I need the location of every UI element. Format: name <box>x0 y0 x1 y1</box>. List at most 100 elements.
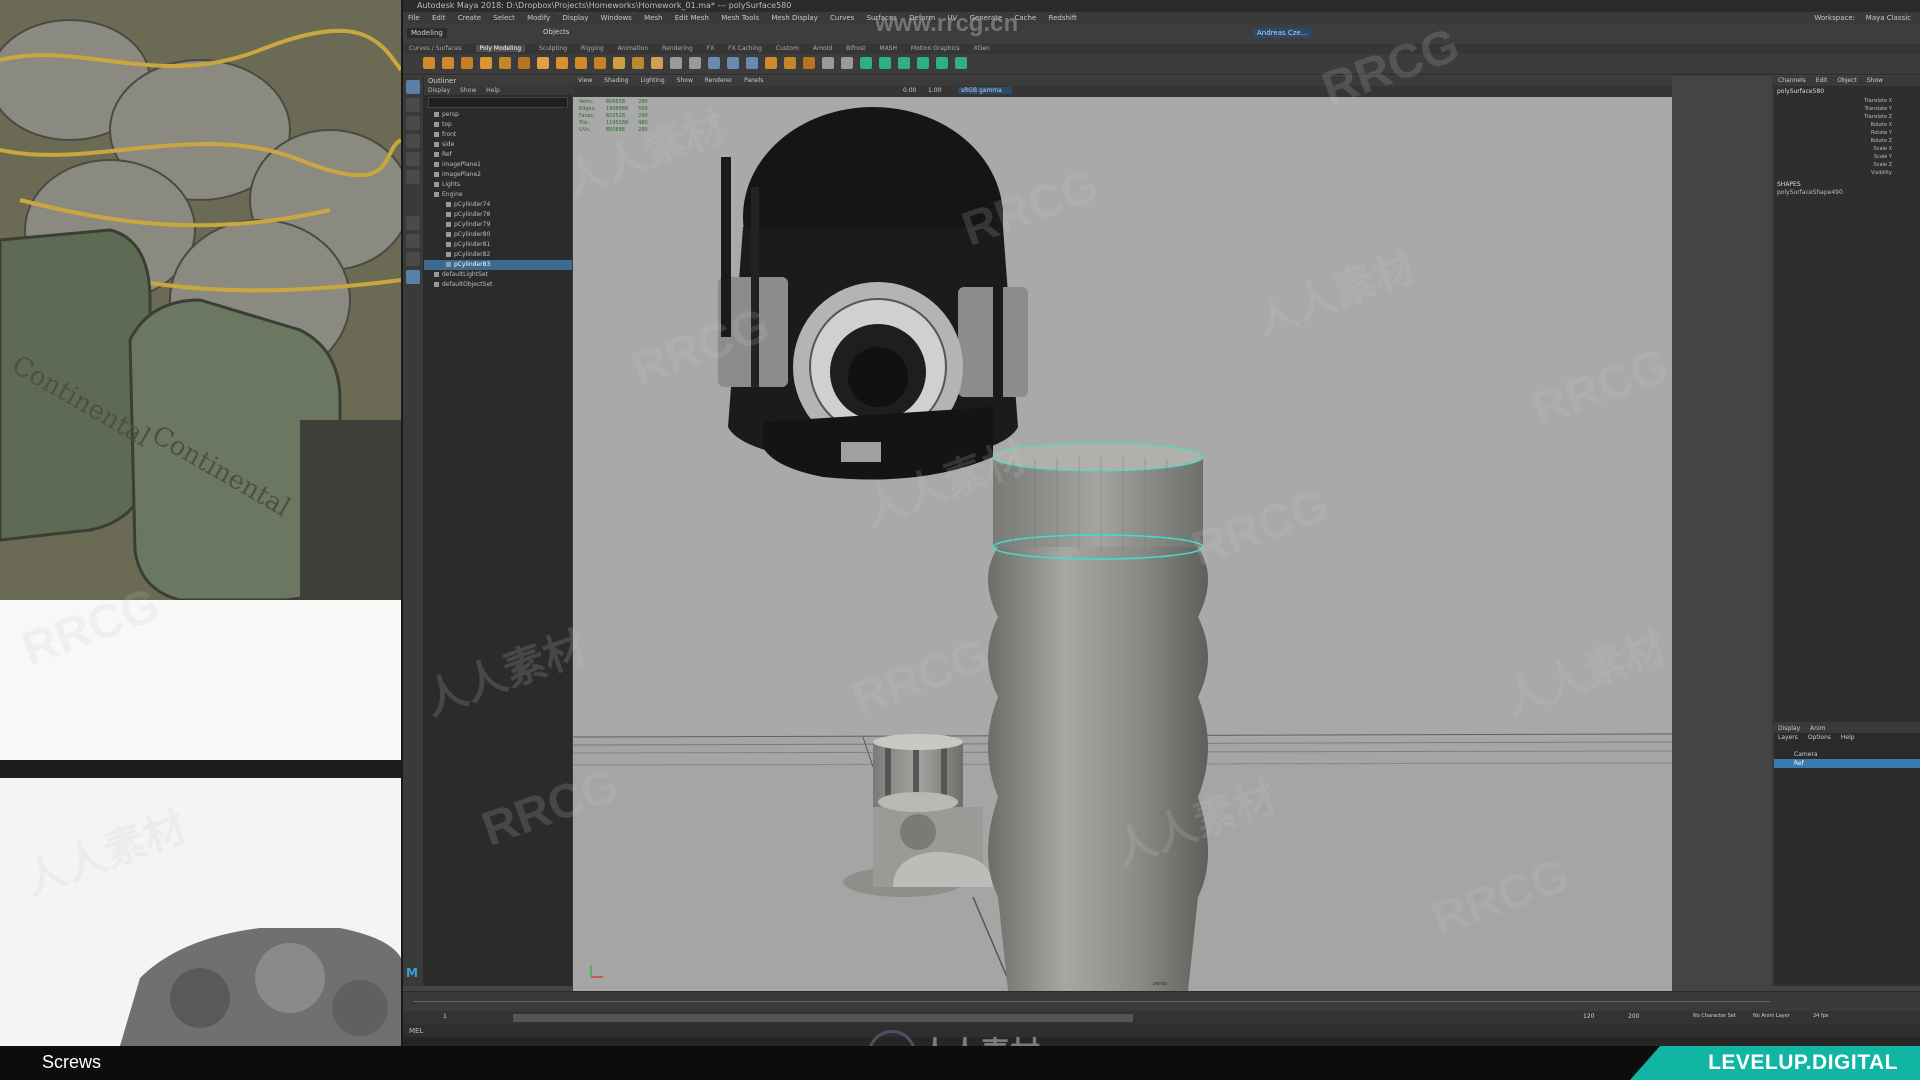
shelf-tool-icon[interactable] <box>613 57 625 69</box>
shelf-tool-icon[interactable] <box>841 57 853 69</box>
menu-edit-mesh[interactable]: Edit Mesh <box>675 14 709 22</box>
shelf-tool-icon[interactable] <box>917 57 929 69</box>
outliner-item[interactable]: pCylinder78 <box>424 210 572 220</box>
outliner-item[interactable]: imagePlane2 <box>424 170 572 180</box>
outliner-item[interactable]: top <box>424 120 572 130</box>
range-bar[interactable] <box>513 1014 1133 1022</box>
cb-attribute[interactable]: Rotate Y <box>1774 129 1920 137</box>
cb-attribute[interactable]: Scale Y <box>1774 153 1920 161</box>
persp-outliner-icon[interactable] <box>406 270 420 284</box>
scale-tool-icon[interactable] <box>406 170 420 184</box>
viewport-menu-panels[interactable]: Panels <box>744 77 763 84</box>
single-view-icon[interactable] <box>406 216 420 230</box>
cb-attribute[interactable]: Translate Z <box>1774 113 1920 121</box>
viewport-menu-view[interactable]: View <box>578 77 592 84</box>
menu-curves[interactable]: Curves <box>830 14 854 22</box>
shelf-tool-icon[interactable] <box>423 57 435 69</box>
menu-edit[interactable]: Edit <box>432 14 446 22</box>
gamma-field[interactable]: 1.00 <box>928 87 941 94</box>
shelf-tool-icon[interactable] <box>879 57 891 69</box>
menu-mesh[interactable]: Mesh <box>644 14 662 22</box>
shelf-tool-icon[interactable] <box>765 57 777 69</box>
shelf-tab-animation[interactable]: Animation <box>618 45 649 52</box>
outliner-item[interactable]: defaultObjectSet <box>424 280 572 290</box>
cb-attribute[interactable]: Rotate X <box>1774 121 1920 129</box>
outliner-item[interactable]: pCylinder81 <box>424 240 572 250</box>
cb-attribute[interactable]: Translate Y <box>1774 105 1920 113</box>
shelf-tool-icon[interactable] <box>594 57 606 69</box>
cb-attribute[interactable]: Rotate Z <box>1774 137 1920 145</box>
viewport-menu-renderer[interactable]: Renderer <box>705 77 732 84</box>
time-slider[interactable] <box>403 991 1920 1012</box>
shelf-tool-icon[interactable] <box>822 57 834 69</box>
outliner-search-input[interactable] <box>428 97 568 108</box>
menu-windows[interactable]: Windows <box>601 14 632 22</box>
layer-camera[interactable]: Camera <box>1774 750 1920 759</box>
outliner-item[interactable]: Engine <box>424 190 572 200</box>
shelf-tool-icon[interactable] <box>518 57 530 69</box>
range-end-field[interactable]: 120 <box>1583 1013 1594 1020</box>
four-view-icon[interactable] <box>406 234 420 248</box>
cb-attribute[interactable]: Scale X <box>1774 145 1920 153</box>
menu-modify[interactable]: Modify <box>527 14 550 22</box>
outliner-item[interactable]: Ref <box>424 150 572 160</box>
shelf-tool-icon[interactable] <box>860 57 872 69</box>
viewport-menu-show[interactable]: Show <box>677 77 693 84</box>
lasso-tool-icon[interactable] <box>406 98 420 112</box>
shelf-tool-icon[interactable] <box>727 57 739 69</box>
outliner-item[interactable]: pCylinder82 <box>424 250 572 260</box>
cb-attribute[interactable]: Scale Z <box>1774 161 1920 169</box>
menu-display[interactable]: Display <box>563 14 589 22</box>
shelf-tab-mash[interactable]: MASH <box>879 45 897 52</box>
outliner-item[interactable]: pCylinder83 <box>424 260 572 270</box>
shelf-tool-icon[interactable] <box>670 57 682 69</box>
shelf-tool-icon[interactable] <box>575 57 587 69</box>
outliner-item[interactable]: front <box>424 130 572 140</box>
shelf-tool-icon[interactable] <box>784 57 796 69</box>
fps-select[interactable]: 24 fps <box>1813 1013 1829 1019</box>
shelf-tab-custom[interactable]: Custom <box>776 45 799 52</box>
shelf-tab-arnold[interactable]: Arnold <box>813 45 832 52</box>
outliner-item[interactable]: pCylinder80 <box>424 230 572 240</box>
outliner-item[interactable]: persp <box>424 110 572 120</box>
shelf-tab-motion-graphics[interactable]: Motion Graphics <box>911 45 960 52</box>
shelf-tool-icon[interactable] <box>499 57 511 69</box>
cb-tab-edit[interactable]: Edit <box>1816 77 1828 84</box>
shelf-tool-icon[interactable] <box>936 57 948 69</box>
layer-menu-options[interactable]: Options <box>1808 734 1831 741</box>
shelf-tool-icon[interactable] <box>537 57 549 69</box>
shelf-tab-bifrost[interactable]: Bifrost <box>846 45 865 52</box>
shelf-tool-icon[interactable] <box>689 57 701 69</box>
anim-end-field[interactable]: 200 <box>1628 1013 1639 1020</box>
mode-select[interactable]: Modeling <box>407 28 447 38</box>
shelf-tab-poly-modeling[interactable]: Poly Modeling <box>475 45 526 52</box>
outliner-menu-help[interactable]: Help <box>486 87 500 94</box>
shelf-tab-rendering[interactable]: Rendering <box>662 45 693 52</box>
layer-tab-anim[interactable]: Anim <box>1810 725 1825 732</box>
character-set-select[interactable]: No Character Set <box>1693 1013 1736 1019</box>
outliner-item[interactable]: defaultLightSet <box>424 270 572 280</box>
cb-tab-show[interactable]: Show <box>1867 77 1883 84</box>
cb-attribute[interactable]: Translate X <box>1774 97 1920 105</box>
shelf-tool-icon[interactable] <box>556 57 568 69</box>
color-space-select[interactable]: sRGB gamma <box>958 87 1012 94</box>
shelf-tool-icon[interactable] <box>651 57 663 69</box>
shelf-tab-fx-caching[interactable]: FX Caching <box>728 45 762 52</box>
shelf-tab-sculpting[interactable]: Sculpting <box>539 45 567 52</box>
shelf-tool-icon[interactable] <box>480 57 492 69</box>
cb-attribute[interactable]: Visibility <box>1774 169 1920 177</box>
shelf-tool-icon[interactable] <box>955 57 967 69</box>
outliner-item[interactable]: side <box>424 140 572 150</box>
menu-create[interactable]: Create <box>458 14 481 22</box>
outliner-item[interactable]: Lights <box>424 180 572 190</box>
shelf-tool-icon[interactable] <box>746 57 758 69</box>
outliner-menu-show[interactable]: Show <box>460 87 476 94</box>
outliner-layout-icon[interactable] <box>406 252 420 266</box>
paint-select-icon[interactable] <box>406 116 420 130</box>
menu-redshift[interactable]: Redshift <box>1049 14 1077 22</box>
menu-mesh-tools[interactable]: Mesh Tools <box>721 14 759 22</box>
outliner-menu-display[interactable]: Display <box>428 87 450 94</box>
shelf-tool-icon[interactable] <box>803 57 815 69</box>
layer-menu-layers[interactable]: Layers <box>1778 734 1798 741</box>
shelf-tab-rigging[interactable]: Rigging <box>581 45 604 52</box>
